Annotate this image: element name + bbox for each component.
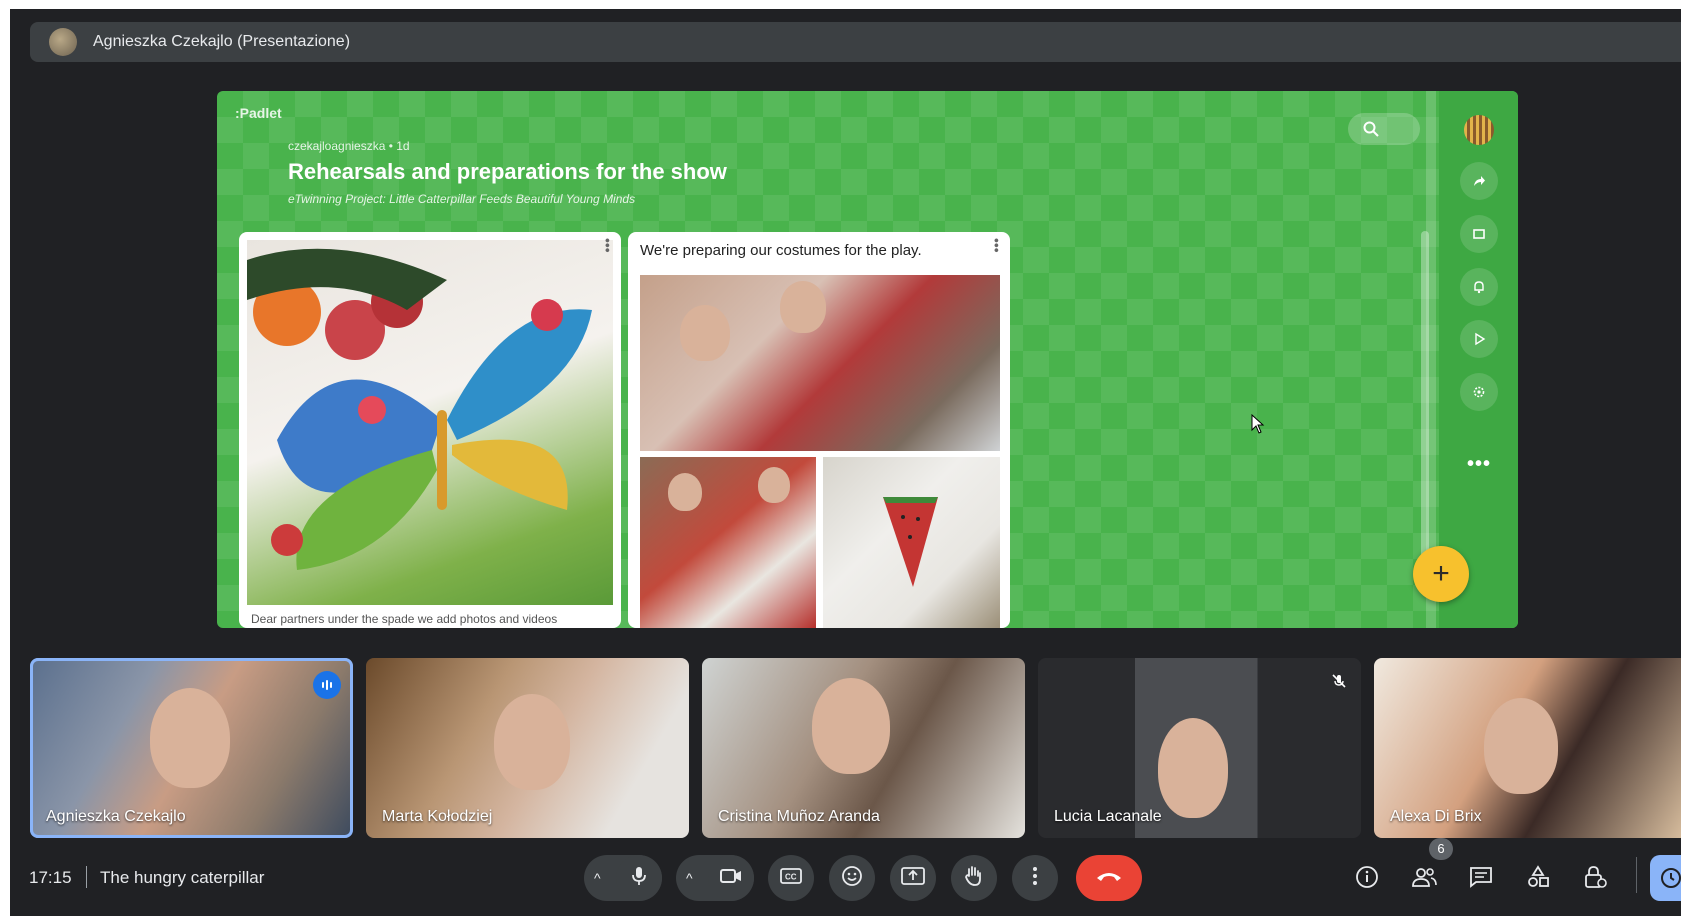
participant-name: Marta Kołodziej [382, 808, 493, 825]
settings-gear-icon[interactable] [1460, 373, 1498, 411]
more-options-icon [1032, 866, 1038, 891]
present-now-button[interactable] [890, 855, 936, 901]
emoji-icon [841, 865, 863, 892]
people-count-badge: 6 [1429, 838, 1453, 860]
user-avatar[interactable] [1464, 115, 1494, 145]
divider [1636, 857, 1637, 893]
captions-icon: CC [780, 867, 802, 889]
reactions-button[interactable] [829, 855, 875, 901]
activities-button[interactable] [1523, 864, 1553, 894]
slideshow-play-icon[interactable] [1460, 320, 1498, 358]
raise-hand-button[interactable] [951, 855, 997, 901]
presenter-bar: Agnieszka Czekajlo (Presentazione) [30, 22, 1681, 62]
padlet-search-button[interactable] [1348, 113, 1420, 145]
participant-name: Alexa Di Brix [1390, 808, 1482, 825]
raise-hand-icon [964, 865, 984, 892]
meeting-title: The hungry caterpillar [100, 868, 265, 887]
post-caption: Dear partners under the spade we add pho… [251, 612, 558, 626]
mic-options-chevron-icon[interactable]: ^ [594, 870, 601, 886]
meeting-details-button[interactable] [1352, 864, 1382, 894]
present-icon [901, 866, 925, 891]
padlet-subtitle: eTwinning Project: Little Catterpillar F… [288, 192, 636, 206]
chat-icon [1469, 866, 1493, 893]
children-painting-photo [640, 275, 1000, 451]
padlet-post-costumes[interactable]: We're preparing our costumes for the pla… [628, 232, 1010, 628]
participant-tile[interactable]: Marta Kołodziej [366, 658, 689, 838]
svg-text:CC: CC [785, 872, 797, 881]
post-text: We're preparing our costumes for the pla… [640, 242, 922, 259]
camera-button[interactable] [708, 855, 754, 901]
post-menu-icon[interactable]: ••• [989, 238, 1005, 253]
people-button[interactable] [1409, 864, 1439, 894]
post-menu-icon[interactable]: ••• [600, 238, 616, 253]
padlet-scrollbar-thumb[interactable] [1421, 231, 1429, 561]
remake-icon[interactable] [1460, 215, 1498, 253]
participant-tile[interactable]: Alexa Di Brix [1374, 658, 1681, 838]
presenter-label: Agnieszka Czekajlo (Presentazione) [93, 33, 351, 50]
notifications-bell-icon[interactable] [1460, 268, 1498, 306]
children-at-table-photo [640, 457, 816, 628]
share-icon[interactable] [1460, 162, 1498, 200]
search-icon [1362, 120, 1380, 143]
more-menu-icon[interactable]: ••• [1459, 453, 1499, 476]
padlet-post-butterfly[interactable]: ••• Dear partners under the spade we add… [239, 232, 621, 628]
camera-options-chevron-icon[interactable]: ^ [686, 870, 693, 886]
add-post-button[interactable]: + [1413, 546, 1469, 602]
speaking-indicator-icon [313, 671, 341, 699]
meeting-time: 17:15 [29, 868, 72, 887]
host-controls-icon [1583, 865, 1607, 894]
activities-icon [1526, 864, 1550, 894]
padlet-logo: :Padlet [235, 105, 282, 121]
meet-window: Agnieszka Czekajlo (Presentazione) :Padl… [10, 9, 1681, 916]
participant-tile[interactable]: Cristina Muñoz Aranda [702, 658, 1025, 838]
timer-button[interactable] [1650, 855, 1681, 901]
captions-button[interactable]: CC [768, 855, 814, 901]
divider [86, 866, 87, 888]
mic-button[interactable] [616, 855, 662, 901]
shared-screen-padlet: :Padlet czekajloagnieszka • 1d Rehearsal… [217, 91, 1518, 628]
participant-name: Lucia Lacanale [1054, 808, 1162, 825]
watermelon-tshirt-photo [823, 457, 1000, 628]
chat-button[interactable] [1466, 864, 1496, 894]
padlet-title: Rehearsals and preparations for the show [288, 159, 727, 184]
mic-off-icon [1331, 673, 1347, 694]
host-controls-button[interactable] [1580, 864, 1610, 894]
leave-call-button[interactable] [1076, 855, 1142, 901]
mic-icon [630, 866, 648, 891]
hangup-icon [1095, 869, 1123, 887]
participant-tile[interactable]: Lucia Lacanale [1038, 658, 1361, 838]
more-options-button[interactable] [1012, 855, 1058, 901]
info-icon [1355, 865, 1379, 894]
participant-tile[interactable]: Agnieszka Czekajlo [30, 658, 353, 838]
people-icon [1411, 866, 1437, 893]
butterfly-artwork-image [247, 240, 613, 605]
mouse-cursor-icon [1251, 413, 1265, 439]
camera-icon [720, 868, 742, 889]
padlet-author-meta: czekajloagnieszka • 1d [288, 139, 410, 153]
participant-name: Cristina Muñoz Aranda [718, 808, 880, 825]
timer-icon [1660, 867, 1681, 894]
participant-name: Agnieszka Czekajlo [46, 808, 186, 825]
presenter-avatar [49, 28, 77, 56]
